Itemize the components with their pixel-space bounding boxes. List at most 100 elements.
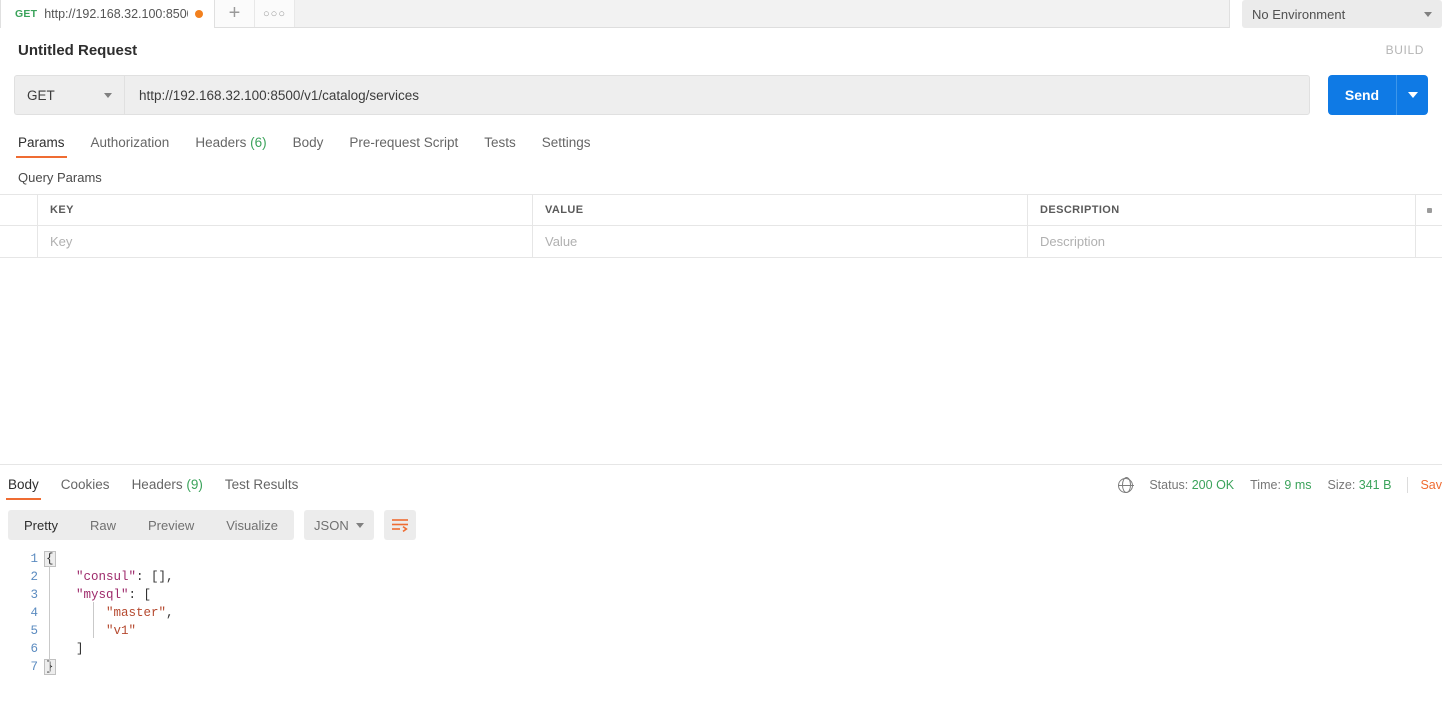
send-button[interactable]: Send xyxy=(1328,75,1396,115)
tab-headers[interactable]: Headers (6) xyxy=(195,135,266,158)
save-response-button[interactable]: Sav xyxy=(1407,477,1442,493)
size-value: 341 B xyxy=(1358,478,1392,492)
status-value: 200 OK xyxy=(1191,478,1235,492)
request-title-row: Untitled Request BUILD xyxy=(0,28,1442,72)
param-description-input[interactable]: Description xyxy=(1028,226,1416,257)
tab-authorization[interactable]: Authorization xyxy=(91,135,170,158)
response-format-select[interactable]: JSON xyxy=(304,510,375,540)
tab-title-label: http://192.168.32.100:8500/v1/... xyxy=(44,7,188,21)
globe-icon[interactable] xyxy=(1117,477,1134,493)
json-key: "mysql" xyxy=(76,588,129,602)
fold-guide xyxy=(93,602,94,638)
row-checkbox-cell[interactable] xyxy=(0,226,38,257)
view-mode-pretty[interactable]: Pretty xyxy=(8,510,74,540)
tab-options-button[interactable]: ○○○ xyxy=(255,0,295,27)
bulk-edit-button[interactable] xyxy=(1416,195,1442,225)
code-line: ] xyxy=(46,642,84,656)
tab-label: Body xyxy=(292,135,324,150)
column-header-value: VALUE xyxy=(533,195,1028,225)
tab-label: Tests xyxy=(484,135,516,150)
json-string: "v1" xyxy=(106,624,137,638)
status-label: Status: xyxy=(1149,478,1189,492)
view-mode-group: Pretty Raw Preview Visualize xyxy=(8,510,295,540)
view-mode-visualize[interactable]: Visualize xyxy=(210,510,294,540)
column-header-key: KEY xyxy=(38,195,533,225)
tab-label: Headers xyxy=(195,135,247,150)
environment-label: No Environment xyxy=(1252,6,1346,22)
tab-label: Params xyxy=(18,135,65,150)
json-string: "master" xyxy=(106,606,167,620)
request-tab[interactable]: GET http://192.168.32.100:8500/v1/... xyxy=(0,0,215,28)
tab-label: Headers xyxy=(131,477,183,492)
environment-area: No Environment xyxy=(1229,0,1442,28)
response-tab-cookies[interactable]: Cookies xyxy=(61,477,110,500)
tab-settings[interactable]: Settings xyxy=(542,135,591,158)
tab-params[interactable]: Params xyxy=(16,135,67,158)
code-line: "v1" xyxy=(46,622,1442,640)
response-tab-headers[interactable]: Headers (9) xyxy=(132,477,203,500)
code-line: } xyxy=(44,658,1442,676)
time-badge: Time: 9 ms xyxy=(1250,478,1311,492)
environment-select[interactable]: No Environment xyxy=(1242,0,1442,28)
chevron-down-icon xyxy=(104,92,112,98)
tab-tests[interactable]: Tests xyxy=(484,135,516,158)
view-mode-raw[interactable]: Raw xyxy=(74,510,132,540)
json-brace-open[interactable]: { xyxy=(44,551,56,567)
tab-label: Authorization xyxy=(90,135,170,150)
send-group: Send xyxy=(1328,75,1428,115)
line-number: 2 xyxy=(30,570,38,584)
response-meta: Status: 200 OK Time: 9 ms Size: 341 B Sa… xyxy=(1117,477,1442,500)
tab-pre-request-script[interactable]: Pre-request Script xyxy=(349,135,458,158)
url-value: http://192.168.32.100:8500/v1/catalog/se… xyxy=(139,87,419,103)
line-number: 5 xyxy=(30,624,38,638)
code-line: "consul": [], xyxy=(76,570,174,584)
size-label: Size: xyxy=(1327,478,1356,492)
response-tab-body[interactable]: Body xyxy=(6,477,41,500)
tab-label: Settings xyxy=(541,135,591,150)
http-method-select[interactable]: GET xyxy=(14,75,124,115)
line-number-gutter: 1 2 3 4 5 6 7 xyxy=(0,550,46,676)
request-tabs: Params Authorization Headers (6) Body Pr… xyxy=(0,124,1442,158)
code-line: "mysql": [ xyxy=(76,588,152,602)
query-params-heading: Query Params xyxy=(18,170,102,185)
send-options-button[interactable] xyxy=(1396,75,1428,115)
param-value-input[interactable]: Value xyxy=(533,226,1028,257)
response-body-viewer[interactable]: 1 2 3 4 5 6 7 { "consul": [], "mysql": [… xyxy=(0,540,1442,676)
tab-body[interactable]: Body xyxy=(293,135,324,158)
response-tabs: Body Cookies Headers (9) Test Results xyxy=(6,465,299,500)
json-key: "consul" xyxy=(76,570,137,584)
query-params-table: KEY VALUE DESCRIPTION Key Value Descript… xyxy=(0,194,1442,258)
bulk-edit-icon xyxy=(1426,207,1432,213)
url-input[interactable]: http://192.168.32.100:8500/v1/catalog/se… xyxy=(124,75,1310,115)
table-row: Key Value Description xyxy=(0,226,1442,257)
tab-label: Test Results xyxy=(224,477,299,492)
wrap-lines-button[interactable] xyxy=(384,510,417,540)
line-number: 4 xyxy=(30,606,38,620)
view-mode-preview[interactable]: Preview xyxy=(132,510,210,540)
chevron-down-icon xyxy=(1424,11,1432,17)
build-label[interactable]: BUILD xyxy=(1386,43,1424,57)
tab-bar: GET http://192.168.32.100:8500/v1/... + … xyxy=(0,0,1442,28)
line-number: 7 xyxy=(30,660,38,674)
select-all-cell xyxy=(0,195,38,225)
table-header-row: KEY VALUE DESCRIPTION xyxy=(0,195,1442,226)
fold-guide xyxy=(49,566,50,672)
code-line: "master", xyxy=(106,606,174,620)
response-headers-count-badge: (9) xyxy=(186,477,203,492)
column-header-description: DESCRIPTION xyxy=(1028,195,1416,225)
page-title: Untitled Request xyxy=(18,41,138,59)
line-number: 3 xyxy=(30,588,38,602)
tab-label: Cookies xyxy=(60,477,110,492)
unsaved-changes-dot-icon xyxy=(195,10,203,18)
tab-label: Pre-request Script xyxy=(349,135,459,150)
response-tab-test-results[interactable]: Test Results xyxy=(225,477,299,500)
wrap-lines-icon xyxy=(392,519,409,532)
status-badge: Status: 200 OK xyxy=(1149,478,1234,492)
new-tab-button[interactable]: + xyxy=(215,0,255,27)
url-bar: GET http://192.168.32.100:8500/v1/catalo… xyxy=(0,72,1442,118)
json-code-block: { "consul": [], "mysql": [ "master", "v1… xyxy=(44,550,1442,676)
param-key-input[interactable]: Key xyxy=(38,226,533,257)
response-view-toolbar: Pretty Raw Preview Visualize JSON xyxy=(0,500,1442,540)
tab-label: Body xyxy=(8,477,39,492)
time-label: Time: xyxy=(1250,478,1281,492)
